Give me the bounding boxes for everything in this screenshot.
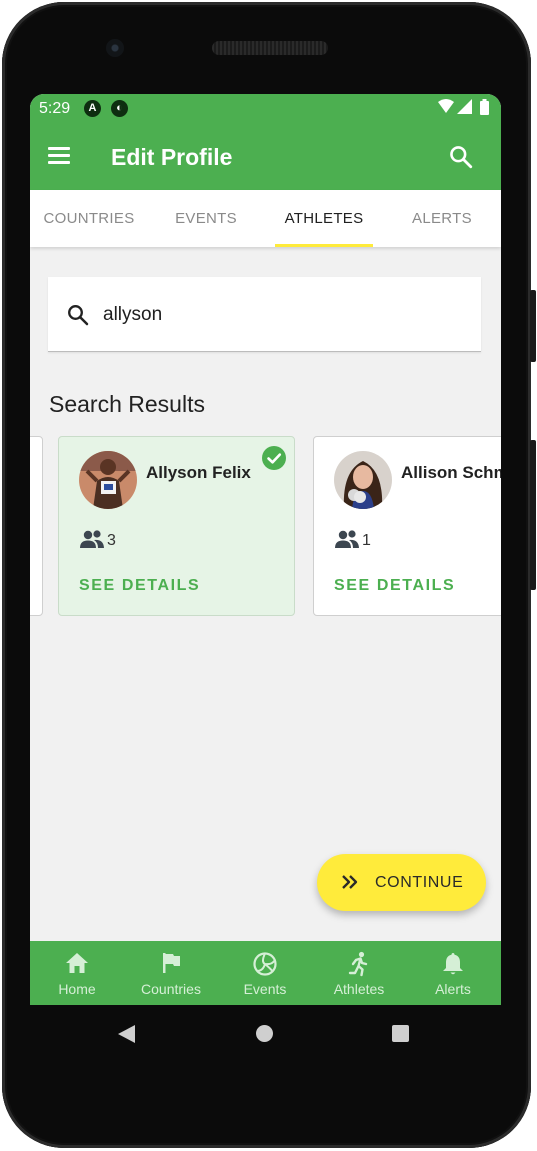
- athlete-card-selected[interactable]: Allyson Felix 3 SEE DETAILS: [58, 436, 295, 616]
- search-box: [48, 277, 481, 352]
- count-value: 3: [107, 532, 116, 549]
- status-time: 5:29: [39, 100, 71, 117]
- search-field-icon: [68, 305, 89, 326]
- bell-icon: [443, 953, 463, 975]
- front-camera: [106, 39, 124, 57]
- tab-countries[interactable]: COUNTRIES: [30, 190, 148, 247]
- athlete-card[interactable]: Allison Schm 1 SEE DETAILS: [313, 436, 501, 616]
- athlete-name: Allison Schm: [401, 463, 501, 482]
- athlete-avatar: [79, 451, 137, 509]
- nav-countries-label: Countries: [141, 981, 201, 997]
- nav-events[interactable]: Events: [218, 941, 312, 1005]
- bottom-navigation: Home Countries Events Athletes Alerts: [30, 941, 501, 1005]
- nav-home-label: Home: [58, 981, 96, 997]
- flag-icon: [163, 953, 180, 973]
- nav-home[interactable]: Home: [30, 941, 124, 1005]
- nav-alerts[interactable]: Alerts: [406, 941, 500, 1005]
- nav-events-label: Events: [243, 981, 287, 997]
- app-screen: 5:29 A ◐ Edit Profile COUNTRIES EVENTS A…: [30, 94, 501, 1005]
- nav-alerts-label: Alerts: [435, 981, 471, 997]
- people-icon: [335, 530, 359, 548]
- see-details-button[interactable]: SEE DETAILS: [79, 577, 200, 595]
- volume-button: [530, 440, 536, 590]
- signal-icon: [457, 99, 472, 114]
- page-title: Edit Profile: [111, 144, 233, 170]
- app-notification-icon: A: [84, 100, 101, 117]
- app-bar: Edit Profile: [30, 124, 501, 190]
- system-navigation-bar: [30, 1005, 501, 1063]
- runner-icon: [348, 951, 368, 977]
- recents-square-icon[interactable]: [392, 1025, 409, 1042]
- home-circle-icon[interactable]: [256, 1025, 273, 1042]
- search-icon[interactable]: [448, 144, 474, 170]
- power-button: [530, 290, 536, 362]
- nav-countries[interactable]: Countries: [124, 941, 218, 1005]
- count-value: 1: [362, 532, 371, 549]
- previous-result-card[interactable]: [30, 436, 43, 616]
- tab-alerts[interactable]: ALERTS: [383, 190, 501, 247]
- see-details-button[interactable]: SEE DETAILS: [334, 577, 455, 595]
- continue-label: CONTINUE: [375, 874, 464, 891]
- selected-check-icon: [262, 446, 286, 470]
- double-chevron-right-icon: [342, 875, 358, 889]
- nav-athletes[interactable]: Athletes: [312, 941, 406, 1005]
- battery-icon: [480, 99, 489, 115]
- tab-athletes[interactable]: ATHLETES: [265, 190, 383, 247]
- continue-button[interactable]: CONTINUE: [317, 854, 486, 911]
- home-icon: [66, 953, 88, 973]
- search-input[interactable]: [101, 299, 465, 331]
- menu-icon[interactable]: [48, 147, 72, 165]
- earpiece-speaker: [212, 41, 328, 55]
- volleyball-icon: [253, 952, 277, 976]
- search-results-heading: Search Results: [49, 391, 205, 417]
- tab-bar: COUNTRIES EVENTS ATHLETES ALERTS: [30, 190, 501, 247]
- wifi-icon: [438, 99, 454, 113]
- nav-athletes-label: Athletes: [333, 981, 385, 997]
- status-bar: 5:29 A ◐: [30, 94, 501, 124]
- athlete-name: Allyson Felix: [146, 463, 251, 482]
- people-icon: [80, 530, 104, 548]
- sync-notification-icon: ◐: [111, 100, 128, 117]
- back-icon[interactable]: [118, 1025, 135, 1043]
- athlete-avatar: [334, 451, 392, 509]
- tab-events[interactable]: EVENTS: [147, 190, 265, 247]
